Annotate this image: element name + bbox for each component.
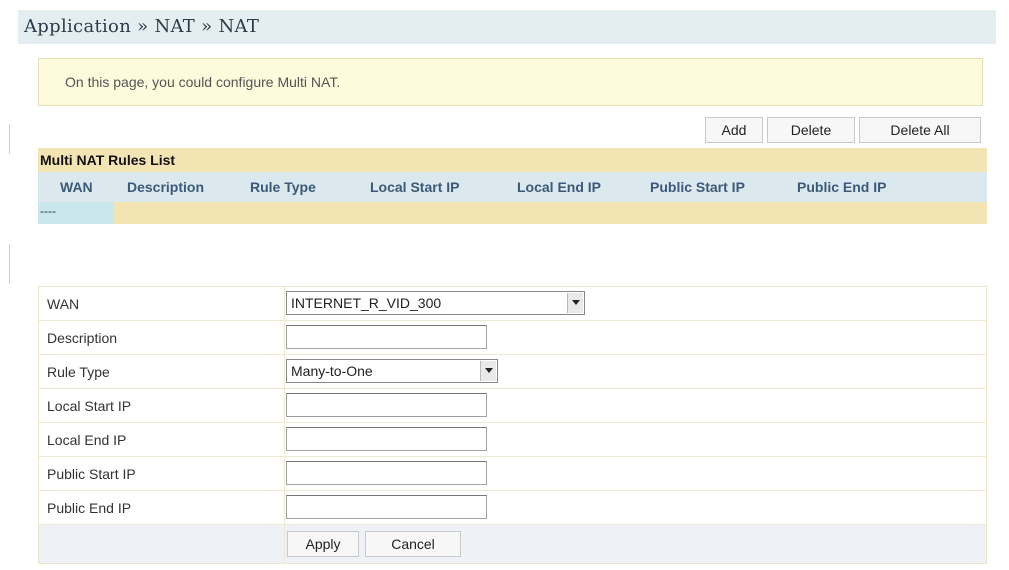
description-label: Description [47, 330, 118, 346]
column-header-local-end-ip: Local End IP [517, 179, 602, 195]
nat-rule-form: WAN INTERNET_R_VID_300 Description Rule … [38, 286, 987, 564]
local-end-ip-input[interactable] [286, 427, 487, 451]
add-button[interactable]: Add [705, 117, 763, 143]
form-actions-row: Apply Cancel [39, 525, 986, 563]
public-start-ip-input[interactable] [286, 461, 487, 485]
column-header-public-start-ip: Public Start IP [650, 179, 745, 195]
description-input[interactable] [286, 325, 487, 349]
public-end-ip-label: Public End IP [47, 500, 132, 516]
column-header-wan: WAN [60, 179, 93, 195]
table-row: ---- [38, 202, 987, 224]
form-row-public-start-ip: Public Start IP [39, 457, 986, 491]
local-end-ip-label-cell: Local End IP [39, 423, 285, 456]
column-header-public-end-ip: Public End IP [797, 179, 887, 195]
public-end-ip-label-cell: Public End IP [39, 491, 285, 524]
column-header-rule-type: Rule Type [250, 179, 316, 195]
wan-label-cell: WAN [39, 287, 285, 320]
left-border-rule [9, 244, 10, 284]
breadcrumb-bar: Application » NAT » NAT [18, 10, 996, 44]
chevron-down-icon[interactable] [567, 293, 583, 313]
wan-select-value: INTERNET_R_VID_300 [291, 295, 442, 311]
form-row-wan: WAN INTERNET_R_VID_300 [39, 287, 986, 321]
wan-select[interactable]: INTERNET_R_VID_300 [286, 291, 585, 315]
empty-placeholder: ---- [40, 204, 56, 218]
delete-button[interactable]: Delete [767, 117, 855, 143]
public-start-ip-label-cell: Public Start IP [39, 457, 285, 490]
rule-type-select[interactable]: Many-to-One [286, 359, 498, 383]
form-row-local-start-ip: Local Start IP [39, 389, 986, 423]
rule-type-label-cell: Rule Type [39, 355, 285, 388]
form-row-public-end-ip: Public End IP [39, 491, 986, 525]
rule-type-label: Rule Type [47, 364, 110, 380]
chevron-down-icon[interactable] [480, 361, 496, 381]
cancel-button[interactable]: Cancel [365, 531, 461, 557]
description-label-cell: Description [39, 321, 285, 354]
column-header-description: Description [127, 179, 205, 195]
column-header-local-start-ip: Local Start IP [370, 179, 460, 195]
info-box: On this page, you could configure Multi … [38, 58, 983, 106]
actions-spacer-cell [39, 525, 285, 563]
left-border-rule [9, 124, 10, 154]
rules-list-title-bar: Multi NAT Rules List [38, 148, 987, 172]
table-cell-empty: ---- [38, 202, 114, 224]
public-end-ip-input[interactable] [286, 495, 487, 519]
rules-list-title: Multi NAT Rules List [40, 152, 176, 168]
info-text: On this page, you could configure Multi … [65, 74, 341, 90]
apply-button[interactable]: Apply [287, 531, 359, 557]
form-row-description: Description [39, 321, 986, 355]
form-row-rule-type: Rule Type Many-to-One [39, 355, 986, 389]
local-start-ip-label: Local Start IP [47, 398, 132, 414]
wan-label: WAN [47, 296, 80, 312]
public-start-ip-label: Public Start IP [47, 466, 136, 482]
local-start-ip-input[interactable] [286, 393, 487, 417]
rule-type-select-value: Many-to-One [291, 363, 373, 379]
delete-all-button[interactable]: Delete All [859, 117, 981, 143]
local-start-ip-label-cell: Local Start IP [39, 389, 285, 422]
rules-list-header: WAN Description Rule Type Local Start IP… [38, 172, 987, 202]
breadcrumb: Application » NAT » NAT [24, 16, 260, 37]
form-row-local-end-ip: Local End IP [39, 423, 986, 457]
local-end-ip-label: Local End IP [47, 432, 127, 448]
